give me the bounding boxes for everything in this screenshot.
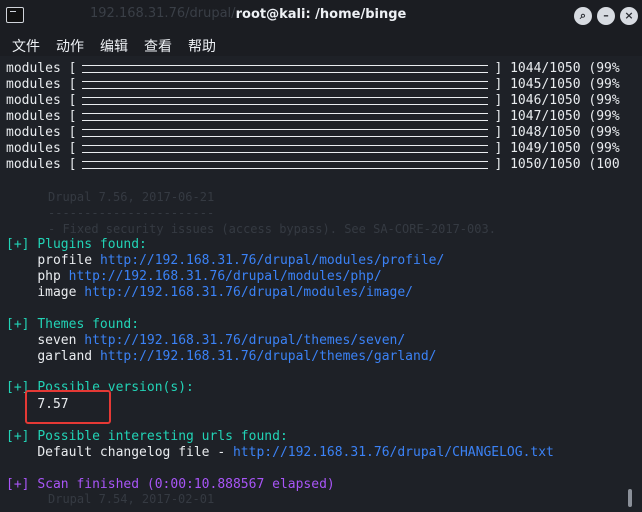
themes-heading: [+] Themes found: <box>6 317 139 333</box>
theme-row: seven http://192.168.31.76/drupal/themes… <box>6 333 405 349</box>
changelog-label: Default changelog file - <box>37 445 233 460</box>
progress-line: modules [] 1046/1050 (99% <box>6 93 620 108</box>
ghost-line: Drupal 7.56, 2017-06-21 <box>48 190 215 204</box>
progress-bar <box>82 144 489 153</box>
section-heading: Themes found: <box>37 317 140 332</box>
progress-label: modules <box>6 109 61 124</box>
progress-percent: (99% <box>588 93 620 108</box>
progress-line: modules [] 1045/1050 (99% <box>6 77 620 92</box>
changelog-row: Default changelog file - http://192.168.… <box>6 445 554 461</box>
progress-count: 1046/1050 <box>510 93 581 108</box>
progress-line: modules [] 1049/1050 (99% <box>6 141 620 156</box>
progress-label: modules <box>6 93 61 108</box>
theme-row: garland http://192.168.31.76/drupal/them… <box>6 349 436 365</box>
progress-percent: (100 <box>588 157 620 172</box>
ghost-line: - Fixed security issues (access bypass).… <box>48 222 496 236</box>
prefix-marker: [+] <box>6 237 30 252</box>
ghost-line: ----------------------- <box>48 206 215 220</box>
progress-label: modules <box>6 141 61 156</box>
section-heading: Plugins found: <box>37 237 147 252</box>
progress-count: 1044/1050 <box>510 61 581 76</box>
menu-help[interactable]: 帮助 <box>188 36 216 56</box>
progress-percent: (99% <box>588 77 620 92</box>
progress-label: modules <box>6 157 61 172</box>
window-title: root@kali: /home/binge <box>235 7 407 22</box>
changelog-url[interactable]: http://192.168.31.76/drupal/CHANGELOG.tx… <box>233 445 554 460</box>
minimize-icon[interactable]: – <box>597 7 615 25</box>
progress-count: 1045/1050 <box>510 77 581 92</box>
progress-bar <box>82 80 489 89</box>
progress-line: modules [] 1044/1050 (99% <box>6 61 620 76</box>
menu-bar: 文件 动作 编辑 查看 帮助 <box>0 32 642 56</box>
progress-label: modules <box>6 61 61 76</box>
progress-bar <box>82 64 489 73</box>
progress-line: modules [] 1048/1050 (99% <box>6 125 620 140</box>
section-heading: Possible interesting urls found: <box>37 429 288 444</box>
progress-count: 1049/1050 <box>510 141 581 156</box>
progress-percent: (99% <box>588 141 620 156</box>
urls-heading: [+] Possible interesting urls found: <box>6 429 288 445</box>
plugin-name: profile <box>37 253 93 268</box>
menu-file[interactable]: 文件 <box>12 36 40 56</box>
plugin-name: php <box>37 269 61 284</box>
scan-finished-line: [+] Scan finished (0:00:10.888567 elapse… <box>6 477 335 493</box>
progress-line: modules [] 1047/1050 (99% <box>6 109 620 124</box>
plugin-row: php http://192.168.31.76/drupal/modules/… <box>6 269 382 285</box>
prefix-marker: [+] <box>6 429 30 444</box>
plugin-row: image http://192.168.31.76/drupal/module… <box>6 285 413 301</box>
close-icon[interactable]: × <box>620 7 638 25</box>
progress-percent: (99% <box>588 125 620 140</box>
menu-action[interactable]: 动作 <box>56 36 84 56</box>
plugin-row: profile http://192.168.31.76/drupal/modu… <box>6 253 444 269</box>
terminal-window: 192.168.31.76/drupal/ root@kali: /home/b… <box>0 0 642 512</box>
plugin-name: image <box>37 285 77 300</box>
progress-count: 1048/1050 <box>510 125 581 140</box>
prefix-marker: [+] <box>6 317 30 332</box>
theme-url[interactable]: http://192.168.31.76/drupal/themes/garla… <box>100 349 437 364</box>
progress-bar <box>82 128 489 137</box>
plugins-heading: [+] Plugins found: <box>6 237 147 253</box>
theme-name: garland <box>37 349 93 364</box>
progress-bar <box>82 160 489 169</box>
progress-bar <box>82 112 489 121</box>
scan-finished-text: Scan finished (0:00:10.888567 elapsed) <box>37 477 335 492</box>
progress-percent: (99% <box>588 109 620 124</box>
progress-label: modules <box>6 125 61 140</box>
version-highlight-box <box>25 390 111 424</box>
plugin-url[interactable]: http://192.168.31.76/drupal/modules/php/ <box>69 269 382 284</box>
plugin-url[interactable]: http://192.168.31.76/drupal/modules/imag… <box>84 285 413 300</box>
theme-url[interactable]: http://192.168.31.76/drupal/themes/seven… <box>84 333 405 348</box>
menu-edit[interactable]: 编辑 <box>100 36 128 56</box>
prefix-marker: [+] <box>6 477 30 492</box>
theme-name: seven <box>37 333 77 348</box>
progress-bar <box>82 96 489 105</box>
title-bar[interactable]: 192.168.31.76/drupal/ root@kali: /home/b… <box>0 0 642 32</box>
progress-count: 1050/1050 <box>510 157 581 172</box>
scrollbar[interactable] <box>628 489 632 507</box>
progress-line: modules [] 1050/1050 (100 <box>6 157 620 172</box>
progress-label: modules <box>6 77 61 92</box>
progress-percent: (99% <box>588 61 620 76</box>
progress-count: 1047/1050 <box>510 109 581 124</box>
search-icon[interactable]: ⌕ <box>574 7 592 25</box>
ghost-line: Drupal 7.54, 2017-02-01 <box>48 492 215 506</box>
plugin-url[interactable]: http://192.168.31.76/drupal/modules/prof… <box>100 253 444 268</box>
menu-view[interactable]: 查看 <box>144 36 172 56</box>
